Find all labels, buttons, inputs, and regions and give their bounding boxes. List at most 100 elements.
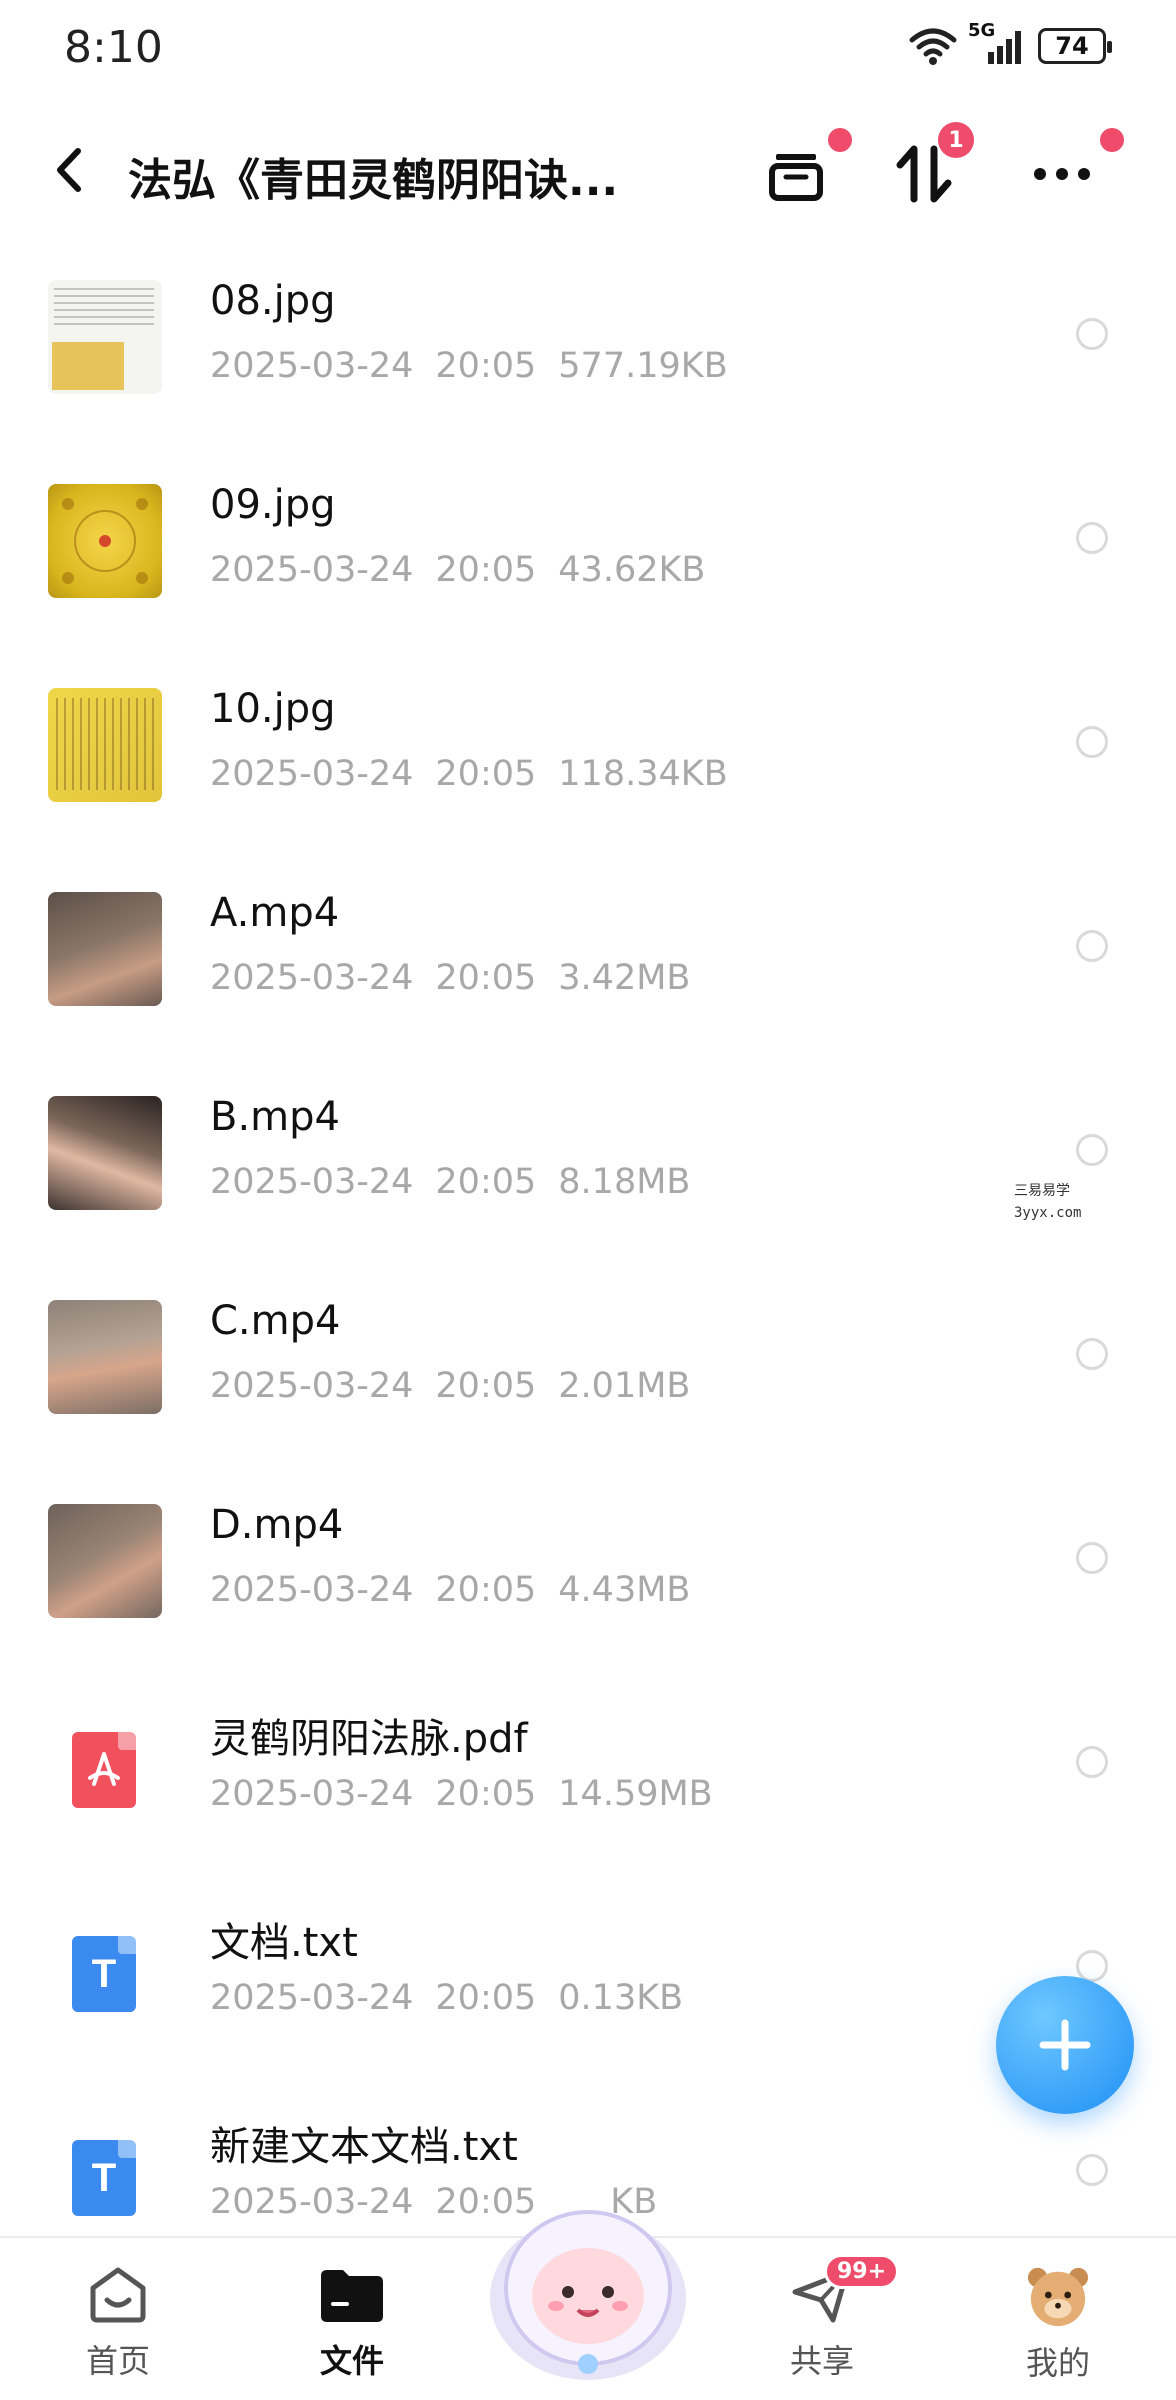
file-meta: 2025-03-24 20:05 8.18MB — [210, 1162, 712, 1202]
txt-file-icon: T — [72, 1936, 136, 2012]
file-row[interactable]: C.mp4 2025-03-24 20:05 2.01MB — [0, 1248, 1176, 1452]
file-date: 2025-03-24 — [210, 1774, 414, 1814]
watermark-line2: 3yyx.com — [1014, 1205, 1082, 1221]
more-icon — [1034, 168, 1090, 180]
avatar — [1027, 2267, 1089, 2327]
file-size: 3.42MB — [558, 958, 691, 998]
signal-icon: 5G — [968, 20, 1028, 66]
file-time: 20:05 — [435, 346, 537, 386]
nav-files-label: 文件 — [319, 2342, 384, 2380]
archive-notification-dot — [828, 128, 852, 152]
back-button[interactable] — [40, 140, 100, 200]
file-row[interactable]: A.mp4 2025-03-24 20:05 3.42MB — [0, 840, 1176, 1044]
file-date: 2025-03-24 — [210, 346, 414, 386]
file-row[interactable]: B.mp4 2025-03-24 20:05 8.18MB — [0, 1044, 1176, 1248]
chevron-left-icon — [57, 148, 81, 192]
watermark: 三易易学 3yyx.com — [1014, 1180, 1081, 1224]
more-notification-dot — [1100, 128, 1124, 152]
nav-share[interactable]: 99+ 共享 — [752, 2254, 900, 2384]
file-time: 20:05 — [435, 550, 537, 590]
file-time: 20:05 — [435, 754, 537, 794]
file-thumbnail — [48, 280, 162, 394]
transfer-button[interactable]: 1 — [884, 122, 974, 214]
select-radio[interactable] — [1076, 318, 1108, 350]
file-time: 20:05 — [435, 1366, 537, 1406]
file-name: 10.jpg — [210, 686, 336, 732]
share-badge: 99+ — [824, 2254, 900, 2289]
file-thumbnail — [48, 484, 162, 598]
file-meta: 2025-03-24 20:05 4.43MB — [210, 1570, 712, 1610]
bottom-nav: 首页 文件 99+ 共享 我的 — [0, 2210, 1176, 2400]
status-bar: 8:10 5G 74 — [0, 0, 1176, 100]
nav-mine-label: 我的 — [1025, 2344, 1090, 2382]
wifi-icon — [909, 28, 957, 65]
file-name: 灵鹤阴阳法脉.pdf — [210, 1716, 528, 1762]
pdf-file-icon — [72, 1732, 136, 1808]
file-meta: 2025-03-24 20:05 0.13KB — [210, 1978, 705, 2018]
file-meta: 2025-03-24 20:05 43.62KB — [210, 550, 727, 590]
txt-file-icon: T — [72, 2140, 136, 2216]
file-size: 0.13KB — [558, 1978, 684, 2018]
file-name: 文档.txt — [210, 1920, 358, 1966]
add-button[interactable] — [996, 1976, 1134, 2114]
nav-mine[interactable]: 我的 — [988, 2264, 1128, 2384]
select-radio[interactable] — [1076, 1746, 1108, 1778]
archive-button[interactable] — [756, 128, 852, 214]
archive-icon — [769, 154, 823, 201]
file-meta: 2025-03-24 20:05 2.01MB — [210, 1366, 712, 1406]
nav-home[interactable]: 首页 — [48, 2264, 188, 2384]
file-thumbnail — [48, 688, 162, 802]
file-time: 20:05 — [435, 1570, 537, 1610]
more-button[interactable] — [1022, 128, 1124, 214]
mascot-button[interactable] — [478, 2178, 698, 2388]
watermark-line1: 三易易学 — [1014, 1183, 1070, 1199]
file-date: 2025-03-24 — [210, 2182, 414, 2222]
file-size: 118.34KB — [558, 754, 728, 794]
txt-icon-letter: T — [91, 2155, 117, 2200]
file-row[interactable]: 08.jpg 2025-03-24 20:05 577.19KB — [0, 228, 1176, 432]
select-radio[interactable] — [1076, 1134, 1108, 1166]
file-thumbnail — [48, 1096, 162, 1210]
file-thumbnail — [48, 1504, 162, 1618]
file-date: 2025-03-24 — [210, 754, 414, 794]
file-name: C.mp4 — [210, 1298, 341, 1344]
battery-indicator: 74 — [1038, 28, 1112, 64]
file-size: 8.18MB — [558, 1162, 691, 1202]
file-time: 20:05 — [435, 1162, 537, 1202]
status-icons: 5G 74 — [908, 20, 1112, 66]
header: 法弘《青田灵鹤阴阳诀... 1 — [0, 120, 1176, 220]
file-name: 新建文本文档.txt — [210, 2124, 518, 2170]
mascot-icon — [490, 2210, 686, 2380]
file-size: 43.62KB — [558, 550, 706, 590]
file-name: 08.jpg — [210, 278, 336, 324]
nav-home-label: 首页 — [85, 2342, 150, 2380]
select-radio[interactable] — [1076, 1542, 1108, 1574]
select-radio[interactable] — [1076, 2154, 1108, 2186]
select-radio[interactable] — [1076, 726, 1108, 758]
file-thumbnail — [48, 892, 162, 1006]
select-radio[interactable] — [1076, 522, 1108, 554]
nav-files[interactable]: 文件 — [282, 2264, 422, 2384]
transfer-count-badge: 1 — [938, 122, 974, 158]
file-meta: 2025-03-24 20:05 118.34KB — [210, 754, 750, 794]
plus-icon — [1039, 2019, 1091, 2071]
file-date: 2025-03-24 — [210, 1162, 414, 1202]
file-time: 20:05 — [435, 1978, 537, 2018]
file-time: 20:05 — [435, 958, 537, 998]
file-row[interactable]: 灵鹤阴阳法脉.pdf 2025-03-24 20:05 14.59MB — [0, 1656, 1176, 1860]
file-date: 2025-03-24 — [210, 1978, 414, 2018]
file-row[interactable]: 10.jpg 2025-03-24 20:05 118.34KB — [0, 636, 1176, 840]
select-radio[interactable] — [1076, 1338, 1108, 1370]
battery-level: 74 — [1055, 32, 1089, 60]
file-size: 14.59MB — [558, 1774, 713, 1814]
file-meta: 2025-03-24 20:05 3.42MB — [210, 958, 712, 998]
file-name: D.mp4 — [210, 1502, 344, 1548]
file-row[interactable]: D.mp4 2025-03-24 20:05 4.43MB — [0, 1452, 1176, 1656]
file-date: 2025-03-24 — [210, 1570, 414, 1610]
file-name: A.mp4 — [210, 890, 340, 936]
nav-share-label: 共享 — [789, 2342, 854, 2380]
file-size: 4.43MB — [558, 1570, 691, 1610]
page-title: 法弘《青田灵鹤阴阳诀... — [128, 155, 619, 206]
file-row[interactable]: 09.jpg 2025-03-24 20:05 43.62KB — [0, 432, 1176, 636]
select-radio[interactable] — [1076, 930, 1108, 962]
